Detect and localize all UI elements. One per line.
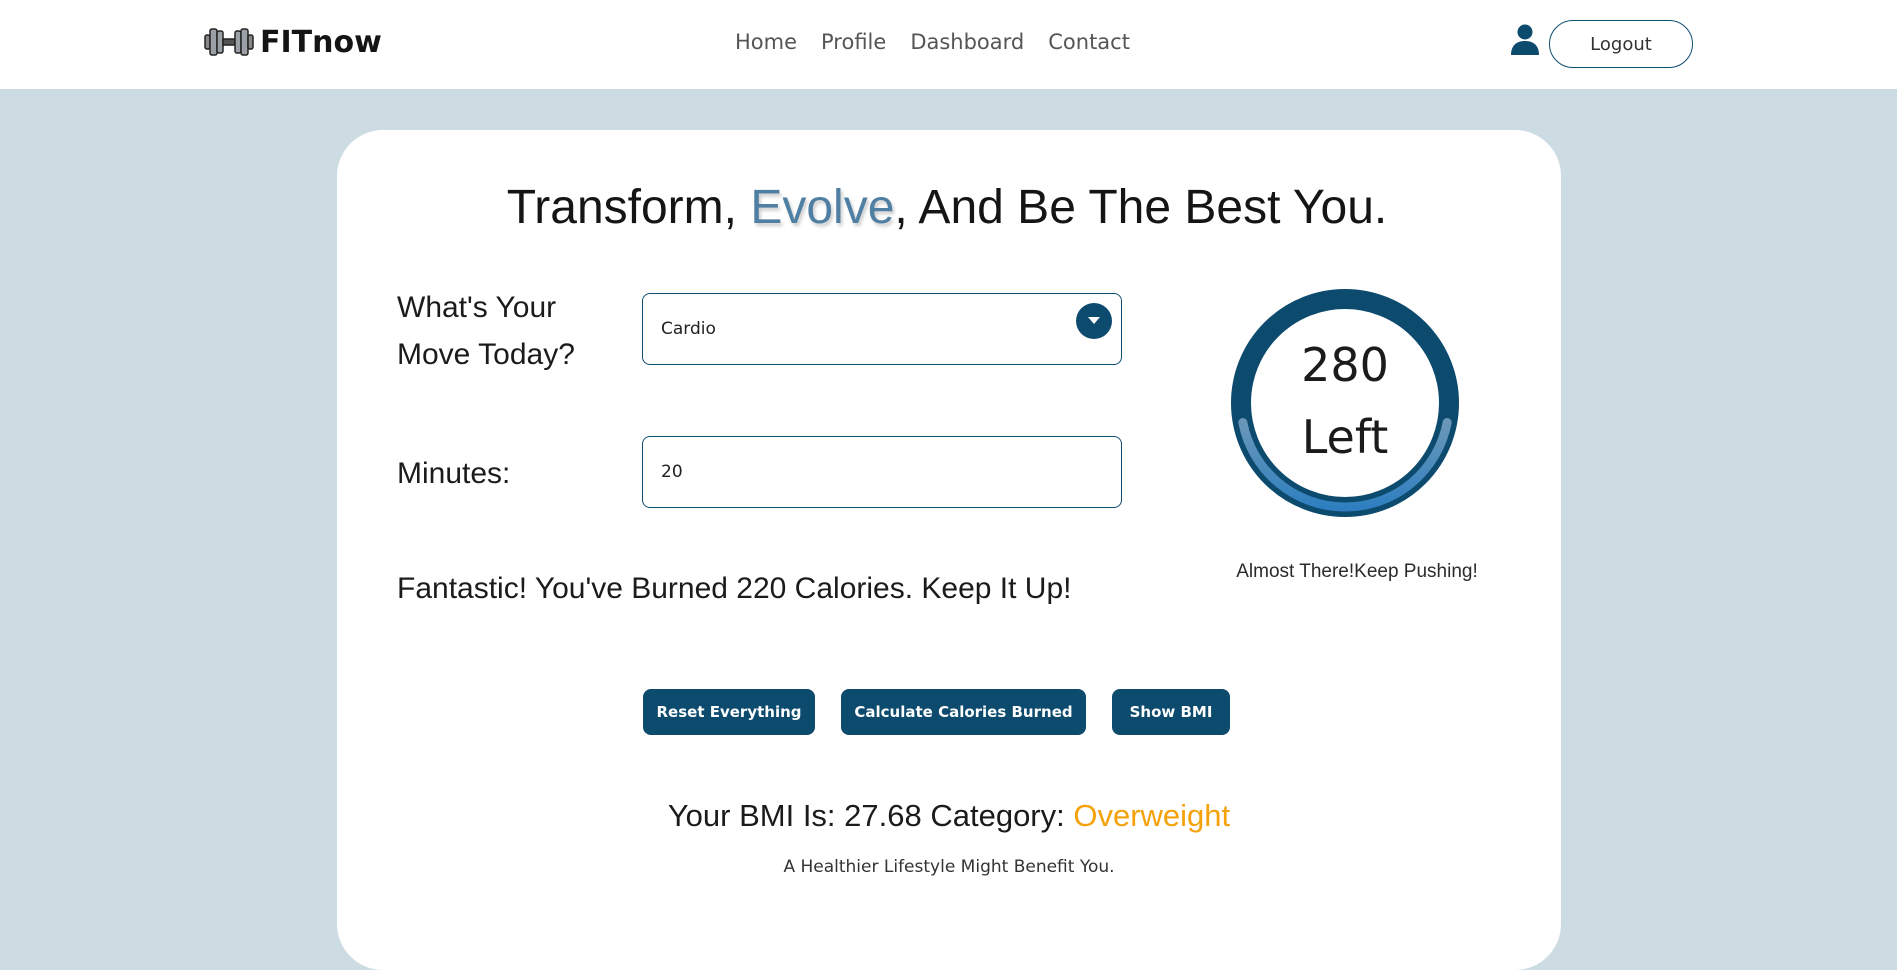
minutes-input-value: 20 xyxy=(661,462,683,482)
nav-item-dashboard[interactable]: Dashboard xyxy=(910,28,1024,56)
brand-logo[interactable]: FITnow xyxy=(204,22,382,62)
brand-name: FITnow xyxy=(260,24,382,60)
nav-item-profile[interactable]: Profile xyxy=(821,28,886,56)
headline-part2: , And Be The Best You. xyxy=(894,181,1388,234)
headline-part1: Transform, xyxy=(506,181,751,234)
calories-left-number: 280 xyxy=(1301,338,1389,392)
reset-button[interactable]: Reset Everything xyxy=(643,689,815,735)
nav-item-home[interactable]: Home xyxy=(735,28,797,56)
bmi-note: A Healthier Lifestyle Might Benefit You. xyxy=(783,857,1115,877)
calorie-progress-ring: 280 Left xyxy=(1231,289,1459,517)
calories-left-word: Left xyxy=(1301,410,1389,464)
calorie-card: Transform, Evolve, And Be The Best You. … xyxy=(337,130,1561,970)
bmi-value: Your BMI Is: 27.68 Category: xyxy=(667,798,1074,833)
move-label: What's Your Move Today? xyxy=(397,291,575,371)
move-select[interactable]: Cardio xyxy=(642,293,1122,365)
minutes-input[interactable]: 20 xyxy=(642,436,1122,508)
chevron-down-icon[interactable] xyxy=(1076,303,1112,339)
move-select-value: Cardio xyxy=(661,319,716,339)
progress-caption: Almost There!Keep Pushing! xyxy=(1236,561,1478,582)
calculate-calories-button[interactable]: Calculate Calories Burned xyxy=(841,689,1086,735)
page-title: Transform, Evolve, And Be The Best You. xyxy=(337,180,1557,235)
burn-message: Fantastic! You've Burned 220 Calories. K… xyxy=(397,572,1072,605)
nav-item-contact[interactable]: Contact xyxy=(1048,28,1130,56)
minutes-label: Minutes: xyxy=(397,457,511,490)
headline-accent: Evolve xyxy=(750,181,895,234)
calories-left: 280 Left xyxy=(1231,329,1459,473)
top-navbar: FITnow Home Profile Dashboard Contact Lo… xyxy=(0,0,1897,89)
logout-button[interactable]: Logout xyxy=(1549,20,1693,68)
show-bmi-button[interactable]: Show BMI xyxy=(1112,689,1230,735)
bmi-category: Overweight xyxy=(1073,798,1231,833)
bmi-result: Your BMI Is: 27.68 Category: Overweight xyxy=(337,798,1561,834)
main-nav: Home Profile Dashboard Contact xyxy=(735,28,1154,56)
dumbbell-icon xyxy=(204,25,254,59)
user-icon[interactable] xyxy=(1510,24,1540,56)
